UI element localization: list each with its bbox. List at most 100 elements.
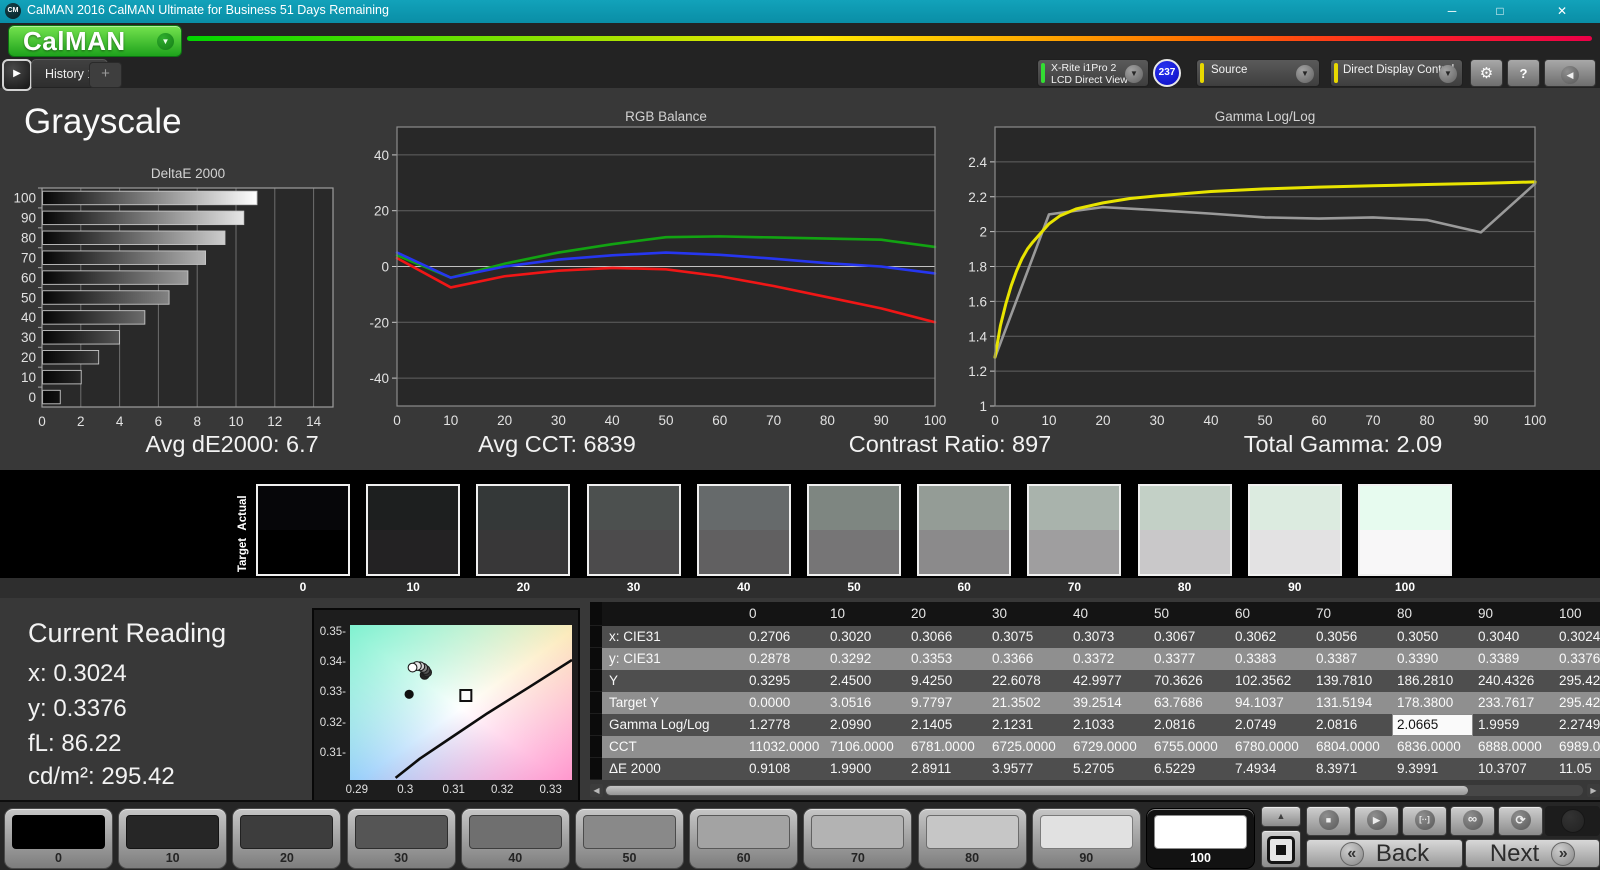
minimize-button[interactable]: ─ (1430, 0, 1474, 23)
table-cell[interactable]: 94.1037 (1230, 692, 1311, 714)
calman-menu-button[interactable]: CalMAN ▼ (8, 25, 182, 57)
table-cell[interactable]: 3.9577 (987, 758, 1068, 780)
column-header[interactable]: 100 (1554, 602, 1600, 626)
table-cell[interactable]: 7106.0000 (825, 736, 906, 758)
test-pattern-button-50[interactable]: 50 (575, 808, 684, 869)
table-cell[interactable]: 0.3372 (1068, 648, 1149, 670)
row-selector[interactable] (590, 714, 602, 736)
table-cell[interactable]: 0.3295 (744, 670, 825, 692)
layout-flyout-button[interactable]: ▶ (2, 59, 32, 91)
table-cell[interactable]: 0.3020 (825, 626, 906, 648)
test-pattern-button-10[interactable]: 10 (118, 808, 228, 869)
table-cell[interactable]: 6755.0000 (1149, 736, 1230, 758)
row-selector[interactable] (590, 602, 602, 626)
table-cell[interactable]: 0.0000 (744, 692, 825, 714)
test-pattern-button-100[interactable]: 100 (1146, 808, 1255, 869)
test-pattern-button-80[interactable]: 80 (917, 808, 1027, 869)
table-cell[interactable]: 8.3971 (1311, 758, 1392, 780)
table-cell[interactable]: 139.7810 (1311, 670, 1392, 692)
row-selector[interactable] (590, 758, 602, 780)
table-cell[interactable]: 2.0665 (1392, 714, 1473, 736)
row-selector[interactable] (590, 736, 602, 758)
test-pattern-button-70[interactable]: 70 (803, 808, 913, 869)
table-cell[interactable]: 63.7686 (1149, 692, 1230, 714)
continuous-read-button[interactable]: ∞ (1450, 806, 1495, 836)
table-cell[interactable]: 240.4326 (1473, 670, 1554, 692)
table-cell[interactable]: 9.4250 (906, 670, 987, 692)
table-cell[interactable]: 1.2778 (744, 714, 825, 736)
table-cell[interactable]: 6804.0000 (1311, 736, 1392, 758)
table-cell[interactable]: 0.3353 (906, 648, 987, 670)
test-pattern-button-30[interactable]: 30 (346, 808, 456, 869)
row-selector[interactable] (590, 670, 602, 692)
table-cell[interactable]: 7.4934 (1230, 758, 1311, 780)
table-cell[interactable]: 42.9977 (1068, 670, 1149, 692)
table-cell[interactable]: 2.0816 (1149, 714, 1230, 736)
read-series-button[interactable]: [··] (1402, 806, 1447, 836)
table-cell[interactable]: 0.3050 (1392, 626, 1473, 648)
scroll-left-icon[interactable]: ◀ (590, 784, 603, 797)
table-cell[interactable]: 21.3502 (987, 692, 1068, 714)
table-cell[interactable]: 186.2810 (1392, 670, 1473, 692)
table-cell[interactable]: 10.3707 (1473, 758, 1554, 780)
table-cell[interactable]: 2.4500 (825, 670, 906, 692)
close-button[interactable]: ✕ (1540, 0, 1584, 23)
gear-icon[interactable]: ⚙ (1470, 59, 1503, 87)
chevron-down-icon[interactable]: ▼ (1125, 65, 1143, 83)
table-cell[interactable]: 6729.0000 (1068, 736, 1149, 758)
stop-button[interactable]: ■ (1306, 806, 1351, 836)
table-cell[interactable]: 6725.0000 (987, 736, 1068, 758)
add-tab-button[interactable]: + (89, 62, 122, 88)
test-pattern-button-40[interactable]: 40 (460, 808, 570, 869)
table-scrollbar[interactable]: ◀ ▶ (590, 783, 1600, 798)
table-cell[interactable]: 6.5229 (1149, 758, 1230, 780)
table-cell[interactable]: 2.0749 (1230, 714, 1311, 736)
table-cell[interactable]: 6989.0 (1554, 736, 1600, 758)
scrollbar-track[interactable] (605, 785, 1583, 796)
column-header[interactable]: 10 (825, 602, 906, 626)
table-cell[interactable]: 233.7617 (1473, 692, 1554, 714)
table-cell[interactable]: 3.0516 (825, 692, 906, 714)
table-cell[interactable]: 0.3390 (1392, 648, 1473, 670)
table-cell[interactable]: 0.3383 (1230, 648, 1311, 670)
table-cell[interactable]: 9.7797 (906, 692, 987, 714)
pattern-up-button[interactable]: ▲ (1261, 806, 1301, 827)
table-cell[interactable]: 2.1405 (906, 714, 987, 736)
help-button[interactable]: ? (1507, 59, 1540, 87)
table-cell[interactable]: 39.2514 (1068, 692, 1149, 714)
next-button[interactable]: Next » (1465, 839, 1600, 868)
row-selector[interactable] (590, 626, 602, 648)
table-cell[interactable]: 0.3024 (1554, 626, 1600, 648)
table-cell[interactable]: 0.9108 (744, 758, 825, 780)
window-pattern-button[interactable] (1261, 830, 1301, 868)
table-cell[interactable]: 5.2705 (1068, 758, 1149, 780)
column-header[interactable]: 50 (1149, 602, 1230, 626)
chevron-down-icon[interactable]: ▼ (1296, 65, 1314, 83)
table-cell[interactable]: 6836.0000 (1392, 736, 1473, 758)
column-header[interactable]: 90 (1473, 602, 1554, 626)
table-cell[interactable]: 2.1231 (987, 714, 1068, 736)
table-cell[interactable]: 0.3366 (987, 648, 1068, 670)
test-pattern-button-0[interactable]: 0 (4, 808, 113, 869)
collapse-panel-button[interactable]: ◀ (1544, 59, 1596, 87)
test-pattern-button-90[interactable]: 90 (1031, 808, 1141, 869)
table-cell[interactable]: 2.1033 (1068, 714, 1149, 736)
meter-dropdown[interactable]: X-Rite i1Pro 2 LCD Direct View ▼ (1037, 59, 1149, 87)
row-selector[interactable] (590, 648, 602, 670)
table-cell[interactable]: 0.3067 (1149, 626, 1230, 648)
table-cell[interactable]: 0.3292 (825, 648, 906, 670)
table-cell[interactable]: 102.3562 (1230, 670, 1311, 692)
column-header[interactable]: 60 (1230, 602, 1311, 626)
back-button[interactable]: « Back (1306, 839, 1463, 868)
table-cell[interactable]: 0.3062 (1230, 626, 1311, 648)
column-header[interactable]: 70 (1311, 602, 1392, 626)
table-cell[interactable]: 70.3626 (1149, 670, 1230, 692)
table-cell[interactable]: 178.3800 (1392, 692, 1473, 714)
table-cell[interactable]: 0.3376 (1554, 648, 1600, 670)
chevron-down-icon[interactable]: ▼ (1439, 65, 1457, 83)
table-cell[interactable]: 2.2749 (1554, 714, 1600, 736)
table-cell[interactable]: 0.3377 (1149, 648, 1230, 670)
table-cell[interactable]: 2.0990 (825, 714, 906, 736)
column-header[interactable]: 0 (744, 602, 825, 626)
table-cell[interactable]: 0.3387 (1311, 648, 1392, 670)
